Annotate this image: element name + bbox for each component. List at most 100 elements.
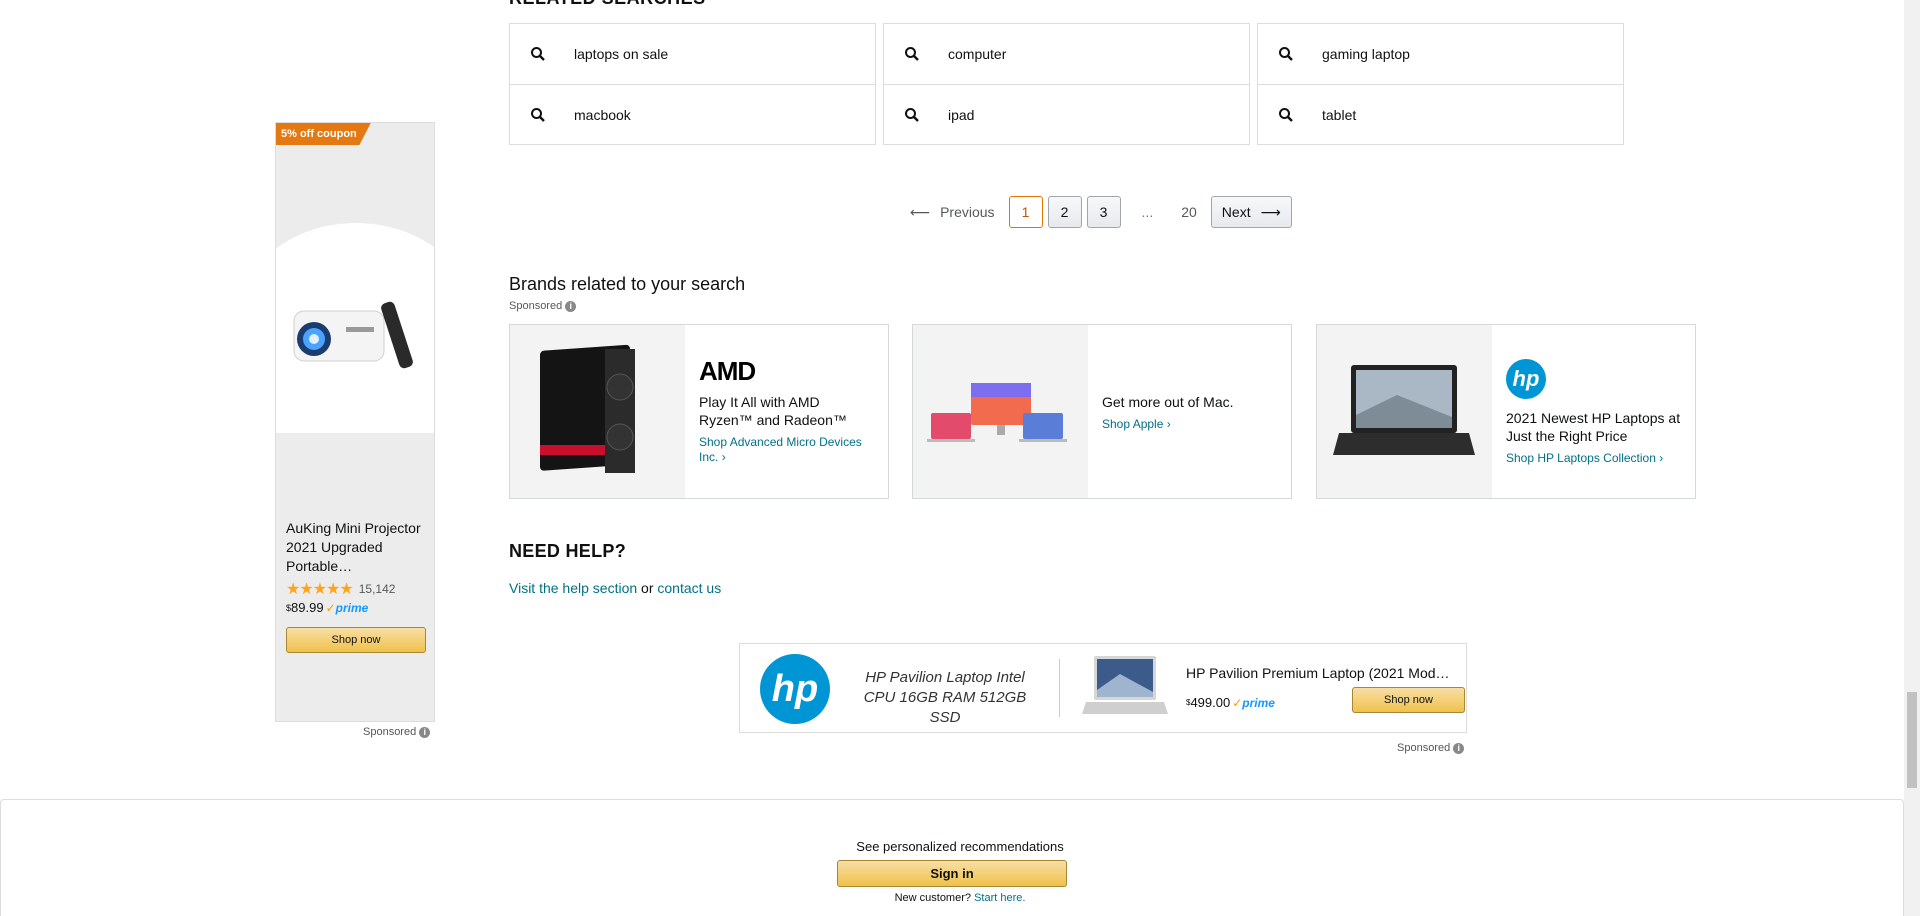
ad-background-shape bbox=[276, 433, 434, 721]
shop-now-button[interactable]: Shop now bbox=[286, 627, 426, 653]
brand-card-hp[interactable]: hp 2021 Newest HP Laptops at Just the Ri… bbox=[1316, 324, 1696, 499]
prime-label: prime bbox=[1242, 695, 1275, 710]
brand-image[interactable] bbox=[1317, 325, 1492, 498]
page-button-last[interactable]: 20 bbox=[1181, 204, 1197, 220]
brands-section-title: Brands related to your search bbox=[509, 274, 746, 294]
related-search-label: laptops on sale bbox=[574, 46, 669, 62]
page-button[interactable]: 2 bbox=[1047, 196, 1082, 228]
need-help-line: Visit the help section or contact us bbox=[509, 580, 721, 596]
related-search-item[interactable]: computer bbox=[884, 24, 1249, 84]
scrollbar-thumb[interactable] bbox=[1907, 692, 1917, 788]
search-icon bbox=[905, 108, 919, 122]
brand-card-amd[interactable]: AMD Play It All with AMD Ryzen™ and Rade… bbox=[509, 324, 889, 499]
brand-info: hp 2021 Newest HP Laptops at Just the Ri… bbox=[1492, 325, 1695, 498]
related-searches-heading: RELATED SEARCHES bbox=[509, 0, 706, 9]
info-icon[interactable]: i bbox=[419, 726, 431, 738]
hp-banner-ad[interactable]: hp HP Pavilion Laptop Intel CPU 16GB RAM… bbox=[739, 643, 1467, 733]
brand-info: Get more out of Mac. Shop Apple › bbox=[1088, 325, 1248, 498]
prime-badge: ✓prime bbox=[326, 601, 369, 615]
rating-count: 15,142 bbox=[358, 582, 396, 596]
hp-logo: hp bbox=[1506, 359, 1546, 399]
sponsored-label[interactable]: Sponsored i bbox=[509, 300, 577, 312]
price-value: 499.00 bbox=[1190, 695, 1231, 710]
previous-label: Previous bbox=[940, 204, 995, 220]
related-searches-column: computer ipad bbox=[883, 23, 1250, 145]
hp-laptop-image[interactable] bbox=[1080, 652, 1170, 726]
brand-shop-link-label: Shop HP Laptops Collection bbox=[1506, 451, 1656, 465]
shop-now-button[interactable]: Shop now bbox=[1352, 687, 1465, 713]
ad-product-title[interactable]: AuKing Mini Projector 2021 Upgraded Port… bbox=[286, 519, 431, 576]
hp-laptop-image bbox=[1333, 365, 1475, 455]
sign-in-button[interactable]: Sign in bbox=[837, 860, 1067, 887]
related-search-item[interactable]: ipad bbox=[884, 84, 1249, 145]
brand-shop-link[interactable]: Shop Advanced Micro Devices Inc. › bbox=[699, 435, 874, 465]
hp-banner-tagline: HP Pavilion Laptop Intel CPU 16GB RAM 51… bbox=[863, 669, 1027, 726]
brand-headline: Get more out of Mac. bbox=[1102, 394, 1234, 410]
pagination-next-button[interactable]: Next ⟶ bbox=[1210, 196, 1292, 228]
page-button-current[interactable]: 1 bbox=[1008, 196, 1043, 228]
ad-rating[interactable]: ★★★★★ 15,142 bbox=[286, 579, 395, 599]
prime-check-icon: ✓ bbox=[325, 600, 336, 615]
start-here-link[interactable]: Start here. bbox=[974, 892, 1025, 904]
brand-image[interactable] bbox=[913, 325, 1088, 498]
arrow-right-icon: ⟶ bbox=[1260, 204, 1281, 220]
need-help-title: NEED HELP? bbox=[509, 541, 627, 561]
info-icon[interactable]: i bbox=[1453, 742, 1465, 754]
coupon-badge: 5% off coupon bbox=[276, 123, 371, 145]
sponsored-text: Sponsored bbox=[1397, 742, 1451, 754]
sponsored-label[interactable]: Sponsored i bbox=[363, 726, 431, 738]
contact-us-link[interactable]: contact us bbox=[657, 580, 721, 596]
arrow-left-icon: ⟵ bbox=[910, 203, 931, 220]
hp-banner-product-title[interactable]: HP Pavilion Premium Laptop (2021 Mod… bbox=[1186, 665, 1456, 681]
brand-card-apple[interactable]: Get more out of Mac. Shop Apple › bbox=[912, 324, 1292, 499]
brand-shop-link[interactable]: Shop Apple › bbox=[1102, 417, 1234, 432]
related-search-item[interactable]: tablet bbox=[1258, 84, 1623, 145]
sponsored-text: Sponsored bbox=[509, 300, 563, 312]
next-label: Next bbox=[1221, 204, 1251, 220]
prime-label: prime bbox=[335, 600, 369, 615]
price-value: 89.99 bbox=[291, 600, 324, 615]
related-search-label: ipad bbox=[948, 107, 975, 123]
brand-info: AMD Play It All with AMD Ryzen™ and Rade… bbox=[685, 325, 888, 498]
help-or-text: or bbox=[641, 580, 654, 596]
brand-shop-link[interactable]: Shop HP Laptops Collection › bbox=[1506, 451, 1681, 466]
search-icon bbox=[531, 108, 545, 122]
pagination: ⟵ Previous 1 2 3 ... 20 Next ⟶ bbox=[910, 196, 1297, 228]
chevron-right-icon: › bbox=[721, 450, 726, 464]
apple-devices-image bbox=[927, 383, 1067, 442]
search-icon bbox=[531, 47, 545, 61]
brand-headline: 2021 Newest HP Laptops at Just the Right… bbox=[1506, 410, 1681, 444]
divider bbox=[1059, 659, 1060, 717]
info-icon[interactable]: i bbox=[565, 300, 577, 312]
related-searches-column: laptops on sale macbook bbox=[509, 23, 876, 145]
left-sponsored-ad[interactable]: 5% off coupon AuKing Mini Projector 2021… bbox=[275, 122, 435, 722]
sponsored-text: Sponsored bbox=[363, 726, 417, 738]
search-icon bbox=[1279, 108, 1293, 122]
brand-shop-link-label: Shop Apple bbox=[1102, 417, 1164, 431]
related-search-item[interactable]: laptops on sale bbox=[510, 24, 875, 84]
projector-product-image[interactable] bbox=[286, 293, 431, 373]
pagination-ellipsis: ... bbox=[1141, 204, 1154, 220]
hp-banner-price: $ 499.00 ✓prime bbox=[1186, 695, 1275, 710]
prime-check-icon: ✓ bbox=[1232, 695, 1243, 710]
chevron-right-icon: › bbox=[1659, 451, 1664, 465]
search-icon bbox=[905, 47, 919, 61]
related-search-item[interactable]: macbook bbox=[510, 84, 875, 145]
related-search-label: computer bbox=[948, 46, 1007, 62]
signin-prompt: See personalized recommendations bbox=[856, 839, 1064, 854]
related-search-label: macbook bbox=[574, 107, 631, 123]
graphics-card-image bbox=[540, 344, 635, 473]
prime-badge: ✓prime bbox=[1232, 696, 1275, 710]
page-button[interactable]: 3 bbox=[1086, 196, 1121, 228]
related-search-item[interactable]: gaming laptop bbox=[1258, 24, 1623, 84]
search-icon bbox=[1279, 47, 1293, 61]
pagination-previous[interactable]: ⟵ Previous bbox=[910, 204, 995, 221]
star-rating-icon: ★★★★★ bbox=[286, 581, 354, 598]
help-section-link[interactable]: Visit the help section bbox=[509, 580, 637, 596]
new-customer-line: New customer? Start here. bbox=[0, 892, 1920, 904]
brand-image[interactable] bbox=[510, 325, 685, 498]
brand-headline: Play It All with AMD Ryzen™ and Radeon™ bbox=[699, 394, 847, 428]
new-customer-text: New customer? bbox=[894, 892, 971, 904]
sponsored-label[interactable]: Sponsored i bbox=[1397, 742, 1465, 754]
page-scrollbar[interactable] bbox=[1904, 0, 1920, 916]
